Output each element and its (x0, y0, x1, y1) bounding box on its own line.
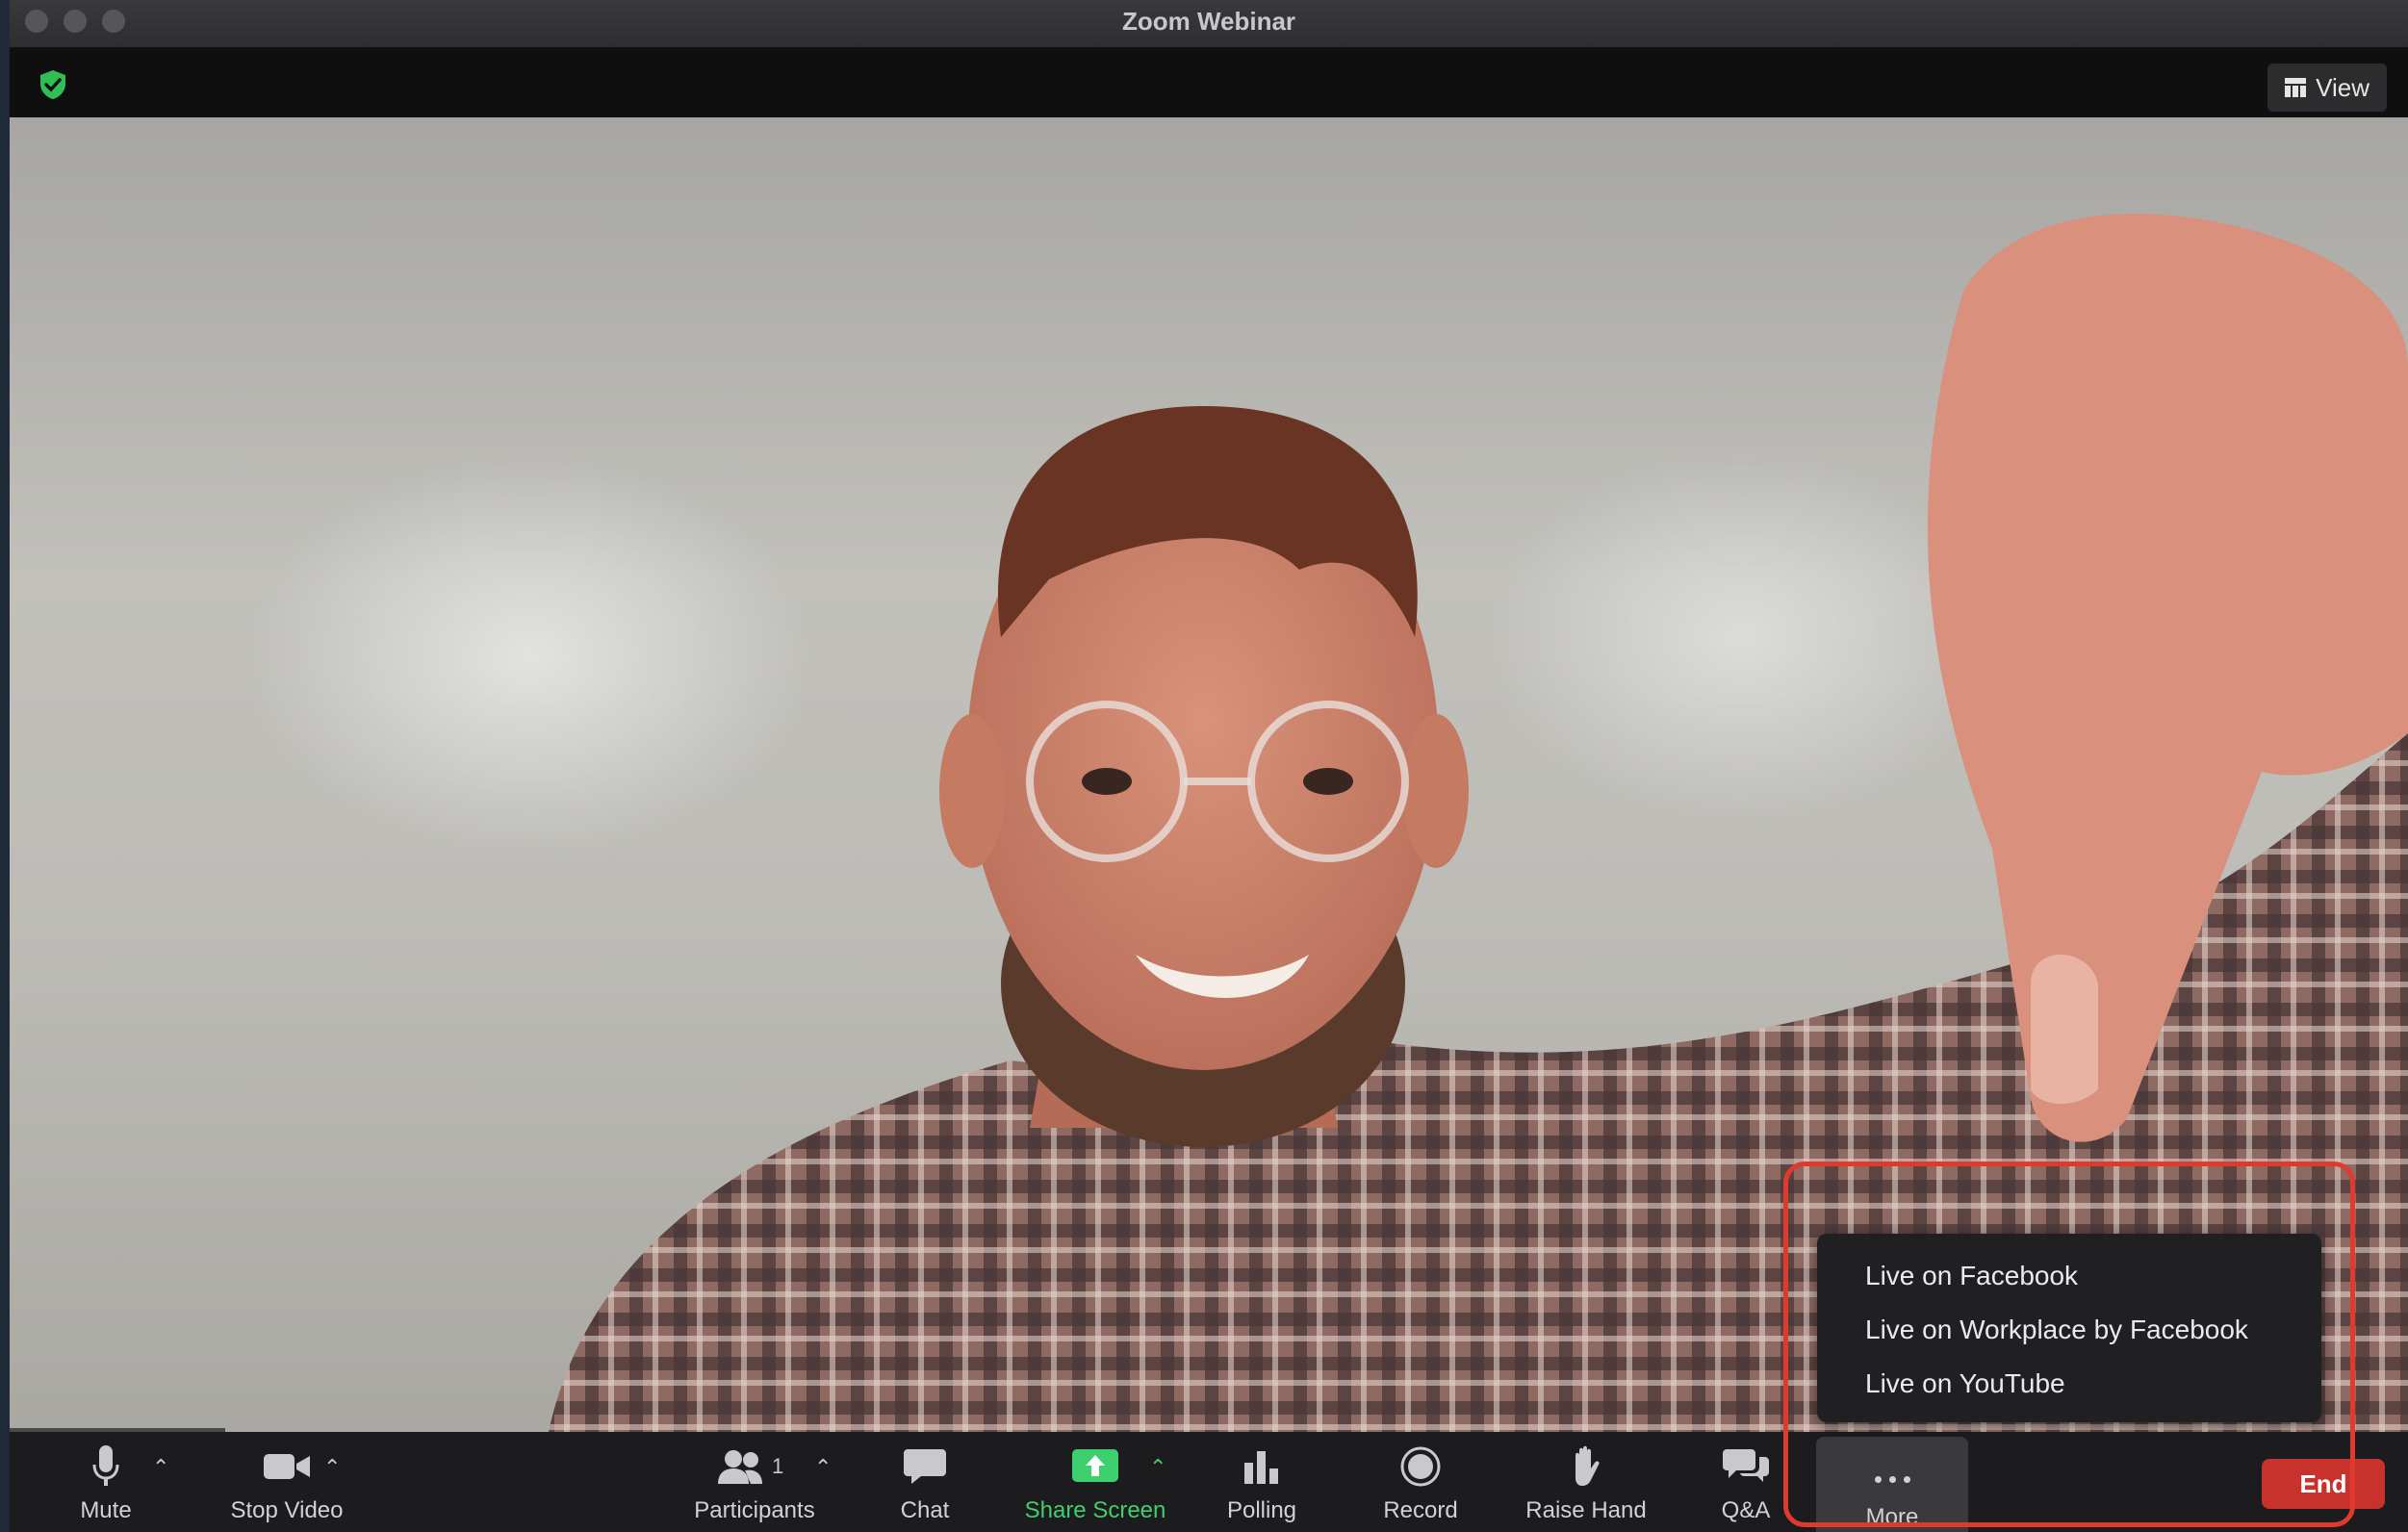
record-button[interactable]: Record (1372, 1432, 1469, 1532)
share-screen-label: Share Screen (1024, 1497, 1166, 1523)
share-arrow-icon (1072, 1449, 1118, 1482)
qa-label: Q&A (1721, 1497, 1771, 1523)
chat-button[interactable]: Chat (882, 1432, 968, 1532)
bar-chart-icon (1244, 1451, 1278, 1484)
microphone-icon (92, 1445, 119, 1486)
participants-icon (718, 1450, 762, 1484)
participants-options-caret[interactable]: ⌃ (814, 1455, 832, 1480)
shield-check-icon[interactable] (38, 69, 67, 100)
stop-video-button[interactable]: Stop Video (210, 1432, 364, 1532)
chat-label: Chat (900, 1497, 950, 1523)
zoom-window: Zoom Webinar View Mute ⌃ Stop Video ⌃ 1 … (10, 0, 2408, 1532)
participants-button[interactable]: 1 Participants (678, 1432, 832, 1532)
hand-icon (1575, 1445, 1600, 1486)
title-bar: Zoom Webinar (10, 0, 2408, 48)
mute-button[interactable]: Mute (52, 1432, 160, 1532)
annotation-highlight-box (1783, 1162, 2355, 1527)
participants-count: 1 (772, 1454, 784, 1478)
share-screen-button[interactable]: Share Screen (1011, 1432, 1180, 1532)
record-label: Record (1383, 1497, 1458, 1523)
raise-hand-label: Raise Hand (1525, 1497, 1647, 1523)
audio-options-caret[interactable]: ⌃ (152, 1455, 169, 1480)
meeting-top-bar: View (10, 48, 2408, 117)
stop-video-label: Stop Video (230, 1497, 344, 1523)
record-icon (1400, 1446, 1441, 1487)
qa-button[interactable]: Q&A (1704, 1432, 1788, 1532)
polling-label: Polling (1226, 1497, 1297, 1523)
share-options-caret[interactable]: ⌃ (1149, 1455, 1166, 1480)
chat-bubble-icon (904, 1449, 946, 1484)
qa-icon (1723, 1449, 1769, 1482)
grid-icon (2285, 78, 2307, 97)
participants-label: Participants (694, 1497, 815, 1523)
video-camera-icon (264, 1454, 310, 1479)
view-button[interactable]: View (2267, 64, 2387, 112)
raise-hand-button[interactable]: Raise Hand (1517, 1432, 1655, 1532)
mute-label: Mute (80, 1497, 132, 1523)
polling-button[interactable]: Polling (1209, 1432, 1315, 1532)
video-options-caret[interactable]: ⌃ (323, 1455, 341, 1480)
view-label: View (2316, 72, 2370, 102)
window-title: Zoom Webinar (1121, 7, 1296, 36)
